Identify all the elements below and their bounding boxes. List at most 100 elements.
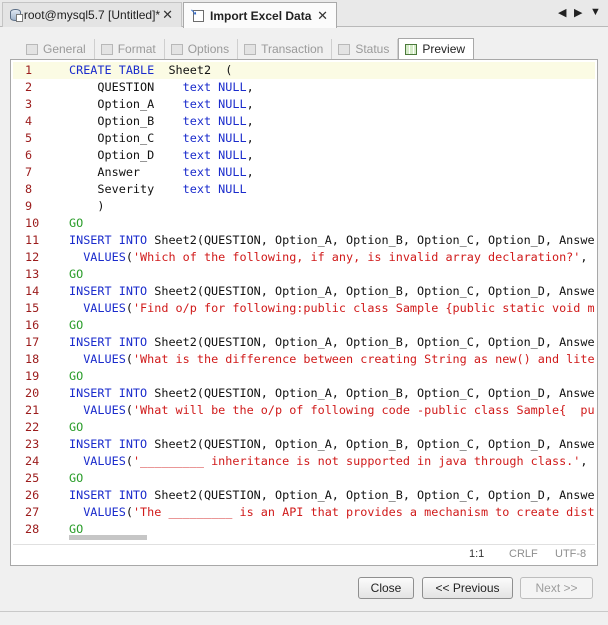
step-label: Transaction [261, 42, 324, 56]
code-line: 1 CREATE TABLE Sheet2 ( [13, 62, 595, 79]
code-text: INSERT INTO Sheet2(QUESTION, Option_A, O… [69, 284, 595, 298]
code-text: Option_A text NULL, [69, 97, 254, 111]
editor-status-bar: 1:1 CRLF UTF-8 [13, 544, 595, 564]
code-text: CREATE TABLE Sheet2 ( [69, 63, 233, 77]
code-line: 8 Severity text NULL [13, 181, 595, 198]
code-text: VALUES('Which of the following, if any, … [69, 250, 595, 264]
line-number: 11 [25, 233, 40, 247]
step-label: Options [187, 42, 230, 56]
code-line: 20 INSERT INTO Sheet2(QUESTION, Option_A,… [13, 385, 595, 402]
line-number: 8 [25, 182, 33, 196]
tab-transaction[interactable]: Transaction [238, 39, 333, 59]
general-icon [26, 43, 38, 55]
code-text: INSERT INTO Sheet2(QUESTION, Option_A, O… [69, 233, 595, 247]
status-icon [338, 43, 351, 55]
tab-preview[interactable]: Preview [398, 38, 475, 59]
code-text: VALUES('Find o/p for following:public cl… [69, 301, 595, 315]
code-line: 21 VALUES('What will be the o/p of follo… [13, 402, 595, 419]
step-label: Status [355, 42, 390, 56]
code-text: Option_B text NULL, [69, 114, 254, 128]
line-number: 24 [25, 454, 40, 468]
line-number: 3 [25, 97, 33, 111]
close-icon[interactable]: ✕ [315, 8, 330, 24]
line-number: 7 [25, 165, 33, 179]
format-icon [100, 43, 113, 55]
line-number: 12 [25, 250, 40, 264]
encoding: UTF-8 [555, 548, 587, 560]
code-line: 25 GO [13, 470, 595, 487]
line-number: 21 [25, 403, 40, 417]
code-line: 5 Option_C text NULL, [13, 130, 595, 147]
line-number: 2 [25, 80, 33, 94]
line-number: 6 [25, 148, 33, 162]
tab-format[interactable]: Format [95, 39, 165, 59]
code-text: VALUES('What is the difference between c… [69, 352, 595, 366]
sql-preview-editor[interactable]: 1 CREATE TABLE Sheet2 ( 2 QUESTION text NU… [13, 62, 595, 542]
code-line: 16 GO [13, 317, 595, 334]
transaction-icon [244, 43, 257, 55]
code-line: 14 INSERT INTO Sheet2(QUESTION, Option_A,… [13, 283, 595, 300]
line-number: 25 [25, 471, 40, 485]
scroll-tabs-right-icon[interactable]: ▶ [574, 6, 582, 19]
horizontal-scrollbar-thumb[interactable] [69, 535, 147, 540]
close-icon[interactable]: ✕ [160, 7, 175, 23]
line-number: 27 [25, 505, 40, 519]
code-text: INSERT INTO Sheet2(QUESTION, Option_A, O… [69, 386, 595, 400]
code-line: 9 ) [13, 198, 595, 215]
code-line: 23 INSERT INTO Sheet2(QUESTION, Option_A,… [13, 436, 595, 453]
close-button[interactable]: Close [358, 577, 414, 599]
code-text: QUESTION text NULL, [69, 80, 254, 94]
tab-import-excel-data[interactable]: ➘ Import Excel Data ✕ [183, 2, 337, 28]
code-line: 15 VALUES('Find o/p for following:public… [13, 300, 595, 317]
code-line: 27 VALUES('The _________ is an API that … [13, 504, 595, 521]
tab-status[interactable]: Status [332, 39, 399, 59]
scroll-tabs-left-icon[interactable]: ◀ [558, 6, 566, 19]
line-number: 18 [25, 352, 40, 366]
tab-list-dropdown-icon[interactable]: ▼ [590, 6, 601, 18]
line-number: 13 [25, 267, 40, 281]
database-icon [9, 8, 23, 22]
editor-tab-bar: root@mysql5.7 [Untitled]* ✕ ➘ Import Exc… [0, 0, 608, 28]
code-text: Answer text NULL, [69, 165, 254, 179]
code-line: 2 QUESTION text NULL, [13, 79, 595, 96]
tab-general[interactable]: General [20, 39, 95, 59]
code-text: Option_D text NULL, [69, 148, 254, 162]
tab-untitled-query[interactable]: root@mysql5.7 [Untitled]* ✕ [2, 2, 182, 27]
code-text: ) [69, 199, 105, 213]
code-line: 3 Option_A text NULL, [13, 96, 595, 113]
code-line: 17 INSERT INTO Sheet2(QUESTION, Option_A,… [13, 334, 595, 351]
code-text: VALUES('What will be the o/p of followin… [69, 403, 595, 417]
code-line: 22 GO [13, 419, 595, 436]
code-text: INSERT INTO Sheet2(QUESTION, Option_A, O… [69, 437, 595, 451]
code-line: 24 VALUES('_________ inheritance is not … [13, 453, 595, 470]
code-text: GO [69, 471, 84, 485]
tab-options[interactable]: Options [165, 39, 239, 59]
line-number: 17 [25, 335, 40, 349]
previous-button[interactable]: << Previous [422, 577, 513, 599]
line-number: 22 [25, 420, 40, 434]
line-number: 20 [25, 386, 40, 400]
line-number: 26 [25, 488, 40, 502]
code-text: INSERT INTO Sheet2(QUESTION, Option_A, O… [69, 488, 595, 502]
wizard-step-tabs: General Format Options Transaction Statu… [20, 38, 475, 59]
line-number: 16 [25, 318, 40, 332]
line-number: 19 [25, 369, 40, 383]
line-number: 9 [25, 199, 33, 213]
import-wizard: General Format Options Transaction Statu… [10, 37, 598, 566]
code-line: 18 VALUES('What is the difference betwee… [13, 351, 595, 368]
code-line: 13 GO [13, 266, 595, 283]
code-line: 12 VALUES('Which of the following, if an… [13, 249, 595, 266]
code-text: GO [69, 318, 84, 332]
line-number: 10 [25, 216, 40, 230]
code-line: 10 GO [13, 215, 595, 232]
options-icon [170, 43, 183, 55]
code-text: Severity text NULL [69, 182, 247, 196]
next-button[interactable]: Next >> [520, 577, 593, 599]
code-text: INSERT INTO Sheet2(QUESTION, Option_A, O… [69, 335, 595, 349]
tab-label: Import Excel Data [210, 8, 312, 23]
cursor-position: 1:1 [469, 548, 485, 560]
line-number: 14 [25, 284, 40, 298]
step-label: General [43, 42, 86, 56]
line-number: 5 [25, 131, 33, 145]
line-number: 1 [25, 63, 33, 77]
